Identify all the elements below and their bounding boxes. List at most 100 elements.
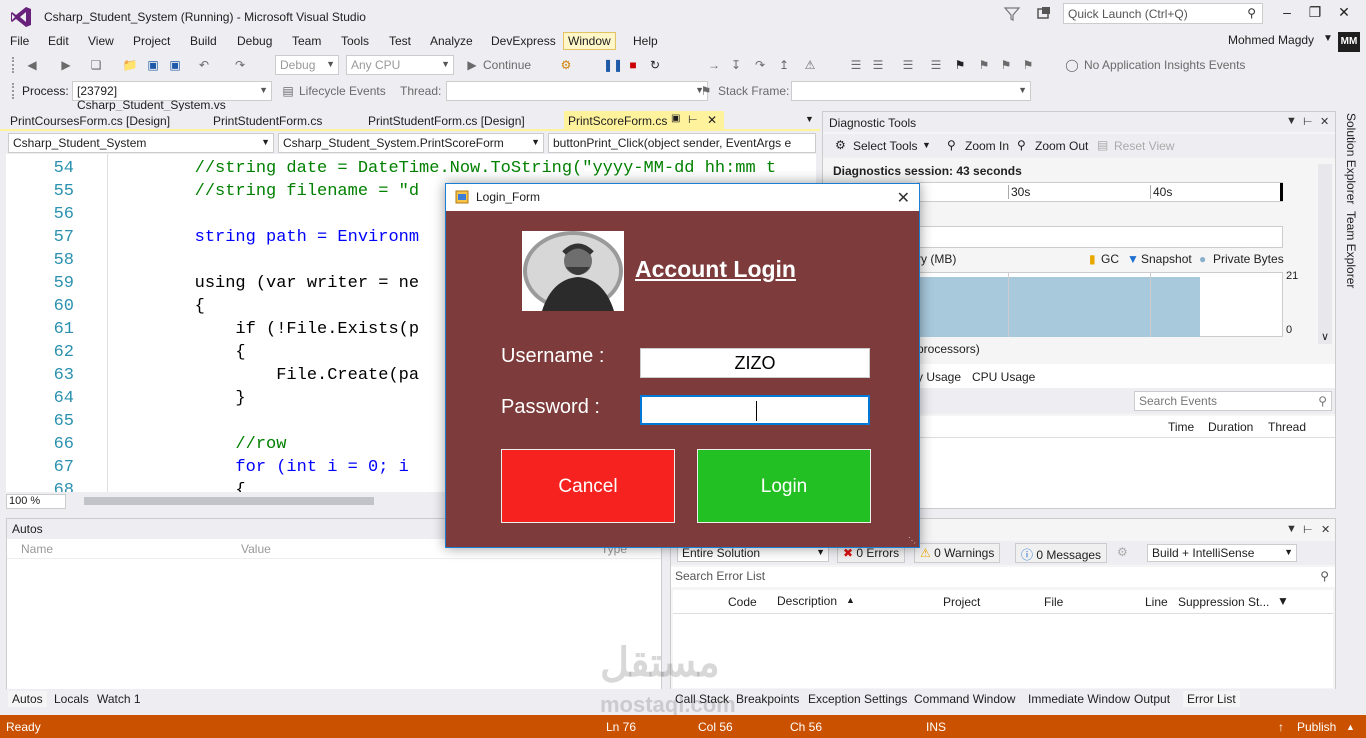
resize-grip-icon[interactable]: ⋱ [908, 536, 916, 545]
search-error-list-input[interactable]: Search Error List ⚲ [671, 567, 1335, 587]
stack-frame-select[interactable]: ▼ [791, 81, 1031, 101]
tab-exception-settings[interactable]: Exception Settings [804, 691, 911, 707]
menu-file[interactable]: File [6, 33, 33, 49]
chevron-down-icon[interactable]: ∨ [1321, 330, 1329, 343]
pin-icon[interactable]: ⊢ [688, 113, 698, 126]
close-icon[interactable]: ✕ [897, 188, 910, 208]
menu-help[interactable]: Help [629, 33, 662, 49]
horizontal-scrollbar[interactable] [84, 497, 374, 505]
publish-icon[interactable]: ↑ [1278, 720, 1284, 734]
select-tools-button[interactable]: Select Tools [853, 139, 917, 153]
class-select[interactable]: Csharp_Student_System.PrintScoreForm ▼ [278, 133, 544, 153]
tab-print-student-design[interactable]: PrintStudentForm.cs [Design] [364, 111, 529, 131]
tab-cpu-usage[interactable]: CPU Usage [972, 370, 1035, 384]
configuration-select[interactable]: Debug ▼ [275, 55, 339, 75]
chevron-down-icon[interactable]: ▼ [922, 140, 931, 150]
save-all-icon[interactable]: ▣ [167, 57, 183, 73]
search-events-input[interactable]: Search Events ⚲ [1134, 391, 1332, 411]
list-icon[interactable]: ☰ [870, 57, 886, 73]
memory-chart[interactable] [917, 272, 1283, 337]
lifecycle-events[interactable]: Lifecycle Events [299, 84, 386, 98]
column-description[interactable]: Description [777, 594, 837, 608]
column-value[interactable]: Value [241, 542, 271, 556]
menu-view[interactable]: View [84, 33, 118, 49]
username-field[interactable]: ZIZO [640, 348, 870, 378]
column-file[interactable]: File [1044, 595, 1063, 609]
back-icon[interactable]: ◀ [24, 57, 40, 73]
toolbar-grip[interactable] [12, 57, 15, 73]
step-over-icon[interactable]: ↷ [752, 57, 768, 73]
show-next-statement-icon[interactable]: → [706, 57, 722, 73]
chevron-down-icon[interactable]: ▼ [1286, 523, 1297, 535]
chevron-down-icon[interactable]: ▼ [1286, 115, 1297, 127]
zoom-out-button[interactable]: Zoom Out [1035, 139, 1088, 153]
column-name[interactable]: Name [21, 542, 53, 556]
zoom-select[interactable]: 100 % [6, 494, 66, 509]
user-name[interactable]: Mohmed Magdy [1228, 33, 1314, 47]
menu-test[interactable]: Test [385, 33, 415, 49]
clear-bookmark-icon[interactable]: ⚑ [1020, 57, 1036, 73]
play-icon[interactable]: ▶ [464, 57, 480, 73]
tab-locals[interactable]: Locals [50, 691, 93, 707]
solution-explorer-tab[interactable]: Solution Explorer [1344, 113, 1358, 204]
insights-icon[interactable]: ◯ [1064, 57, 1080, 73]
chevron-down-icon[interactable]: ▼ [805, 114, 814, 124]
bookmark-icon[interactable]: ⚑ [952, 57, 968, 73]
step-out-icon[interactable]: ↥ [776, 57, 792, 73]
tab-watch-1[interactable]: Watch 1 [93, 691, 145, 707]
pin-icon[interactable]: ⊢ [1303, 523, 1313, 536]
prev-bookmark-icon[interactable]: ⚑ [976, 57, 992, 73]
quick-launch-input[interactable]: Quick Launch (Ctrl+Q) ⚲ [1063, 3, 1263, 24]
toolbar-grip[interactable] [12, 83, 15, 99]
filter-icon[interactable]: ▼ [1277, 594, 1289, 608]
redo-icon[interactable]: ↷ [232, 57, 248, 73]
platform-select[interactable]: Any CPU ▼ [346, 55, 454, 75]
close-icon[interactable]: ✕ [1320, 115, 1329, 128]
member-select[interactable]: buttonPrint_Click(object sender, EventAr… [548, 133, 816, 153]
login-button[interactable]: Login [697, 449, 871, 523]
list-icon[interactable]: ☰ [848, 57, 864, 73]
menu-edit[interactable]: Edit [44, 33, 73, 49]
process-select[interactable]: [23792] Csharp_Student_System.vs ▼ [72, 81, 272, 112]
warnings-filter-button[interactable]: ⚠ 0 Warnings [914, 543, 1001, 563]
vertical-scrollbar[interactable] [1318, 164, 1332, 344]
restore-button[interactable]: ❐ [1304, 4, 1326, 24]
menu-debug[interactable]: Debug [233, 33, 276, 49]
next-bookmark-icon[interactable]: ⚑ [998, 57, 1014, 73]
save-icon[interactable]: ▣ [145, 57, 161, 73]
reset-view-button[interactable]: Reset View [1114, 139, 1174, 153]
forward-icon[interactable]: ▶ [58, 57, 74, 73]
menu-window[interactable]: Window [563, 32, 616, 50]
publish-button[interactable]: Publish [1297, 720, 1336, 734]
close-icon[interactable]: ✕ [1321, 523, 1330, 536]
column-suppression-state[interactable]: Suppression St... [1178, 595, 1269, 609]
team-explorer-tab[interactable]: Team Explorer [1344, 211, 1358, 288]
menu-tools[interactable]: Tools [337, 33, 373, 49]
minimize-button[interactable]: – [1276, 4, 1298, 24]
column-time[interactable]: Time [1168, 420, 1194, 434]
continue-button[interactable]: Continue [483, 58, 531, 72]
zoom-in-button[interactable]: Zoom In [965, 139, 1009, 153]
column-line[interactable]: Line [1145, 595, 1168, 609]
exception-icon[interactable]: ⚠ [802, 57, 818, 73]
flag-icon[interactable]: ⚑ [698, 83, 714, 99]
menu-build[interactable]: Build [186, 33, 221, 49]
clear-filter-icon[interactable]: ⚙ [1117, 545, 1128, 559]
tab-autos[interactable]: Autos [8, 691, 47, 707]
menu-devexpress[interactable]: DevExpress [487, 33, 560, 49]
cancel-button[interactable]: Cancel [501, 449, 675, 523]
menu-team[interactable]: Team [288, 33, 325, 49]
comment-icon[interactable]: ☰ [900, 57, 916, 73]
build-filter-select[interactable]: Build + IntelliSense ▼ [1147, 544, 1297, 562]
new-project-icon[interactable]: ❏ [88, 57, 104, 73]
stop-icon[interactable]: ■ [625, 57, 641, 73]
filter-icon[interactable] [1003, 5, 1021, 23]
tab-command-window[interactable]: Command Window [910, 691, 1019, 707]
menu-project[interactable]: Project [129, 33, 174, 49]
uncomment-icon[interactable]: ☰ [928, 57, 944, 73]
tab-print-courses-design[interactable]: PrintCoursesForm.cs [Design] [6, 111, 174, 131]
project-select[interactable]: Csharp_Student_System ▼ [8, 133, 274, 153]
tab-output[interactable]: Output [1130, 691, 1174, 707]
column-thread[interactable]: Thread [1268, 420, 1306, 434]
undo-icon[interactable]: ↶ [196, 57, 212, 73]
